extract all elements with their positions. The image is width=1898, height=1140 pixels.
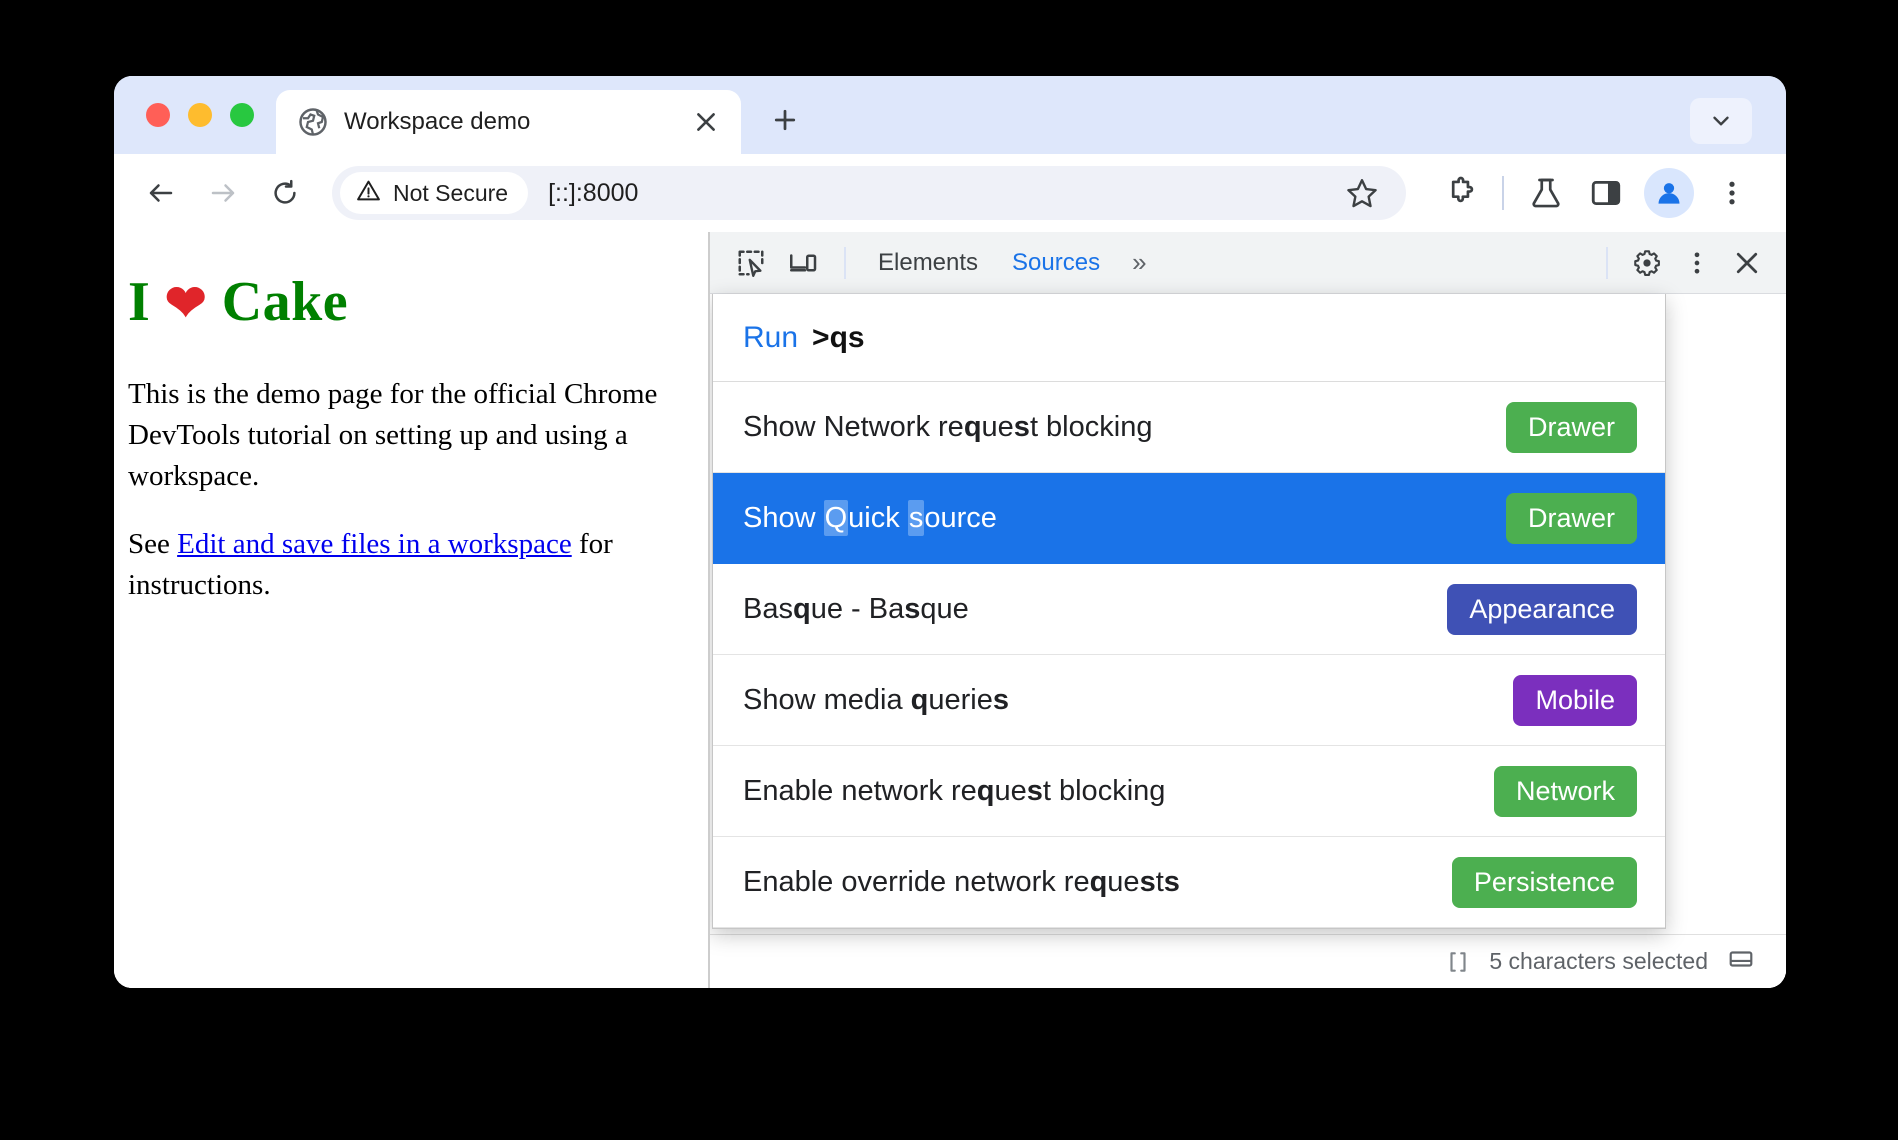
tab-title: Workspace demo bbox=[344, 108, 531, 135]
tabstrip-right-controls bbox=[1690, 98, 1786, 154]
close-icon[interactable] bbox=[689, 105, 723, 139]
device-toolbar-icon[interactable] bbox=[778, 239, 828, 287]
toolbar-divider bbox=[844, 246, 846, 279]
tab-elements[interactable]: Elements bbox=[862, 239, 994, 287]
labs-flask-icon[interactable] bbox=[1518, 165, 1574, 221]
kebab-menu-icon[interactable] bbox=[1672, 239, 1722, 287]
inspect-element-icon[interactable] bbox=[726, 239, 776, 287]
address-bar[interactable]: Not Secure [::]:8000 bbox=[332, 166, 1406, 220]
page-viewport: I ❤ Cake This is the demo page for the o… bbox=[114, 232, 708, 988]
page-title: I ❤ Cake bbox=[128, 270, 668, 334]
avatar[interactable] bbox=[1644, 168, 1694, 218]
brackets-icon bbox=[1445, 949, 1471, 975]
new-tab-button[interactable] bbox=[757, 92, 813, 148]
command-palette-row[interactable]: Enable override network requests Persiste… bbox=[713, 837, 1665, 928]
command-category-badge: Drawer bbox=[1505, 492, 1637, 544]
side-panel-icon[interactable] bbox=[1578, 165, 1634, 221]
page-paragraph-1: This is the demo page for the official C… bbox=[128, 378, 658, 493]
command-category-badge: Persistence bbox=[1451, 856, 1637, 908]
workspace-docs-link[interactable]: Edit and save files in a workspace bbox=[177, 528, 572, 560]
command-palette-query: >qs bbox=[812, 320, 865, 354]
forward-button[interactable] bbox=[194, 164, 252, 222]
page-title-prefix: I bbox=[128, 271, 165, 333]
minimize-window-button[interactable] bbox=[188, 103, 212, 127]
devtools-toolbar: Elements Sources » bbox=[710, 232, 1786, 294]
command-palette: Run >qs Show Network request blocking Dra… bbox=[712, 294, 1666, 929]
paragraph-2-before: See bbox=[128, 527, 178, 560]
command-category-badge: Mobile bbox=[1513, 674, 1637, 726]
more-tabs-icon[interactable]: » bbox=[1118, 239, 1160, 287]
command-palette-row[interactable]: Show Quick source Drawer bbox=[713, 473, 1665, 564]
gear-icon[interactable] bbox=[1622, 239, 1672, 287]
command-label: Enable override network requests bbox=[743, 865, 1180, 898]
command-category-badge: Drawer bbox=[1505, 401, 1637, 453]
security-status-label: Not Secure bbox=[393, 179, 509, 206]
extensions-icon[interactable] bbox=[1432, 165, 1488, 221]
command-palette-list: Show Network request blocking Drawer Show … bbox=[713, 382, 1665, 928]
chevron-down-icon[interactable] bbox=[1690, 98, 1752, 144]
command-palette-row[interactable]: Show Network request blocking Drawer bbox=[713, 382, 1665, 473]
command-palette-input[interactable]: Run >qs bbox=[713, 294, 1665, 382]
maximize-window-button[interactable] bbox=[230, 103, 254, 127]
tab-strip: Workspace demo bbox=[114, 76, 1786, 154]
warning-triangle-icon bbox=[356, 178, 381, 208]
command-palette-row[interactable]: Show media queries Mobile bbox=[713, 655, 1665, 746]
page-paragraph-2: See Edit and save files in a workspace f… bbox=[128, 524, 668, 606]
characters-selected-label: 5 characters selected bbox=[1489, 948, 1708, 974]
command-label: Show Network request blocking bbox=[743, 410, 1153, 443]
command-label: Show Quick source bbox=[743, 499, 997, 536]
browser-window: Workspace demo Not Secure [::]:8000 I ❤ … bbox=[114, 76, 1786, 988]
globe-icon bbox=[298, 107, 328, 137]
toolbar-divider-right bbox=[1606, 246, 1608, 279]
heart-icon: ❤ bbox=[164, 275, 208, 331]
devtools-toolbar-right bbox=[1592, 239, 1772, 287]
command-palette-row[interactable]: Enable network request blocking Network bbox=[713, 746, 1665, 837]
drawer-icon[interactable] bbox=[1726, 946, 1756, 977]
tab-workspace-demo[interactable]: Workspace demo bbox=[276, 90, 741, 154]
command-label: Enable network request blocking bbox=[743, 774, 1166, 807]
tab-sources[interactable]: Sources bbox=[996, 239, 1116, 287]
command-category-badge: Network bbox=[1493, 765, 1637, 817]
window-controls bbox=[136, 76, 276, 154]
star-icon[interactable] bbox=[1338, 169, 1386, 217]
close-window-button[interactable] bbox=[146, 103, 170, 127]
security-status-chip[interactable]: Not Secure bbox=[340, 172, 529, 214]
status-bar: 5 characters selected bbox=[710, 934, 1786, 988]
command-label: Show media queries bbox=[743, 683, 1010, 716]
chrome-menu-icon[interactable] bbox=[1704, 165, 1760, 221]
command-category-badge: Appearance bbox=[1447, 583, 1637, 635]
toolbar-divider bbox=[1502, 176, 1504, 210]
page-title-suffix: Cake bbox=[207, 271, 349, 333]
back-button[interactable] bbox=[132, 164, 190, 222]
devtools-panel: Elements Sources » 5 characters selected… bbox=[708, 232, 1786, 988]
address-bar-url[interactable]: [::]:8000 bbox=[548, 179, 1328, 208]
command-palette-prefix: Run bbox=[743, 320, 799, 354]
command-palette-row[interactable]: Basque - Basque Appearance bbox=[713, 564, 1665, 655]
content-area: I ❤ Cake This is the demo page for the o… bbox=[114, 232, 1786, 988]
command-label: Basque - Basque bbox=[743, 592, 969, 625]
close-icon[interactable] bbox=[1722, 239, 1772, 287]
navigation-toolbar: Not Secure [::]:8000 bbox=[114, 154, 1786, 232]
reload-button[interactable] bbox=[256, 164, 314, 222]
